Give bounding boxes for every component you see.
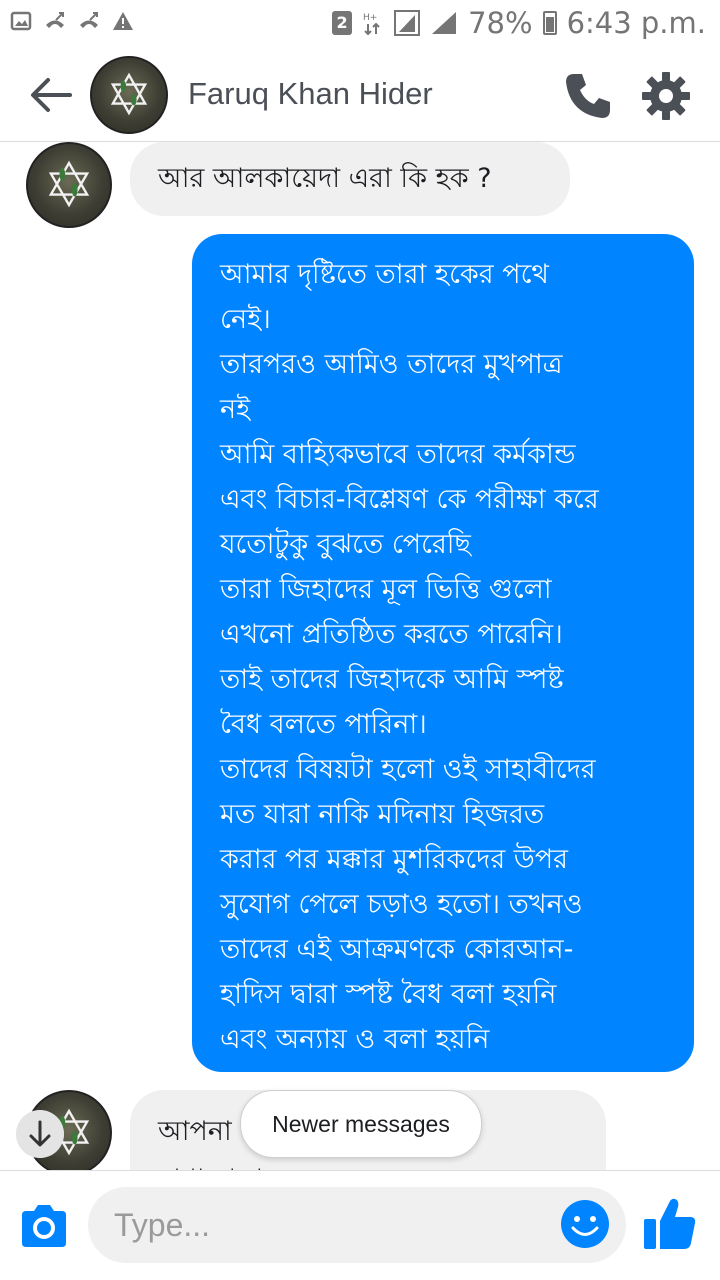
gear-icon[interactable]	[640, 70, 692, 122]
message-line: তাদের বিষয়টা হলো ওই সাহাবীদের	[220, 754, 596, 785]
message-line: করার পর মক্কার মুশরিকদের উপর	[220, 844, 569, 875]
outgoing-message[interactable]: আমার দৃষ্টিতে তারা হকের পথে নেই। তারপরও …	[192, 234, 694, 1072]
message-line: হাদিস দ্বারা স্পষ্ট বৈধ বলা হয়নি	[220, 979, 557, 1010]
message-line: তারপরও আমিও তাদের মুখপাত্র	[220, 349, 563, 380]
system-status: 2 H+ 78% 6:43 p.m.	[332, 6, 706, 40]
data-arrows-icon: H+	[363, 13, 380, 36]
sim-badge: 2	[332, 11, 353, 35]
message-line: তাই তাদের জিহাদকে আমি স্পষ্ট	[220, 664, 564, 695]
message-text: মাশাআল্লাহ	[158, 1156, 606, 1170]
star-of-david-icon	[48, 160, 90, 208]
message-line: নই	[220, 394, 251, 425]
star-of-david-icon	[110, 72, 148, 116]
camera-icon[interactable]	[18, 1203, 70, 1249]
message-input[interactable]	[88, 1187, 626, 1263]
message-line: আমি বাহ্যিকভাবে তাদের কর্মকান্ড	[220, 439, 576, 470]
message-line: মত যারা নাকি মদিনায় হিজরত	[220, 799, 545, 830]
newer-messages-button[interactable]: Newer messages	[240, 1090, 482, 1158]
message-line: নেই।	[220, 304, 271, 335]
incoming-message[interactable]: আর আলকায়েদা এরা কি হক ?	[130, 142, 570, 216]
notification-icons	[10, 10, 134, 32]
status-bar: 2 H+ 78% 6:43 p.m.	[0, 0, 720, 50]
battery-icon	[542, 11, 557, 35]
svg-text:H+: H+	[363, 13, 377, 23]
emoji-icon[interactable]	[560, 1199, 610, 1249]
message-line: সুযোগ পেলে চড়াও হতো। তখনও	[220, 889, 583, 920]
sender-avatar[interactable]	[26, 142, 112, 228]
contact-avatar[interactable]	[90, 56, 168, 134]
battery-percent: 78%	[468, 6, 533, 40]
conversation-header: Faruq Khan Hider	[0, 50, 720, 142]
clock: 6:43 p.m.	[566, 6, 706, 40]
message-line: বৈধ বলতে পারিনা।	[220, 709, 427, 740]
gallery-icon	[10, 11, 32, 31]
signal-strength-icon	[432, 12, 457, 34]
message-line: আমার দৃষ্টিতে তারা হকের পথে	[220, 259, 549, 290]
missed-call-icon	[46, 12, 64, 28]
thumbs-up-icon[interactable]	[640, 1193, 700, 1253]
message-line: তাদের এই আক্রমণকে কোরআন-	[220, 934, 574, 965]
message-line: এবং অন্যায় ও বলা হয়নি	[220, 1024, 490, 1055]
message-line: যতোটুকু বুঝতে পেরেছি	[220, 529, 471, 560]
arrow-down-icon[interactable]	[16, 1110, 64, 1158]
back-arrow-icon[interactable]	[26, 72, 76, 118]
phone-icon[interactable]	[562, 70, 614, 122]
signal-icon	[394, 10, 421, 36]
message-composer	[0, 1170, 720, 1280]
contact-name[interactable]: Faruq Khan Hider	[188, 76, 433, 112]
message-line: এবং বিচার-বিশ্লেষণ কে পরীক্ষা করে	[220, 484, 599, 515]
message-line: এখনো প্রতিষ্ঠিত করতে পারেনি।	[220, 619, 563, 650]
message-thread[interactable]: আর আলকায়েদা এরা কি হক ? আমার দৃষ্টিতে ত…	[0, 142, 720, 1170]
message-text: আর আলকায়েদা এরা কি হক ?	[158, 163, 492, 194]
warning-icon	[113, 12, 133, 30]
message-line: তারা জিহাদের মূল ভিত্তি গুলো	[220, 574, 552, 605]
missed-call-icon	[80, 12, 98, 28]
